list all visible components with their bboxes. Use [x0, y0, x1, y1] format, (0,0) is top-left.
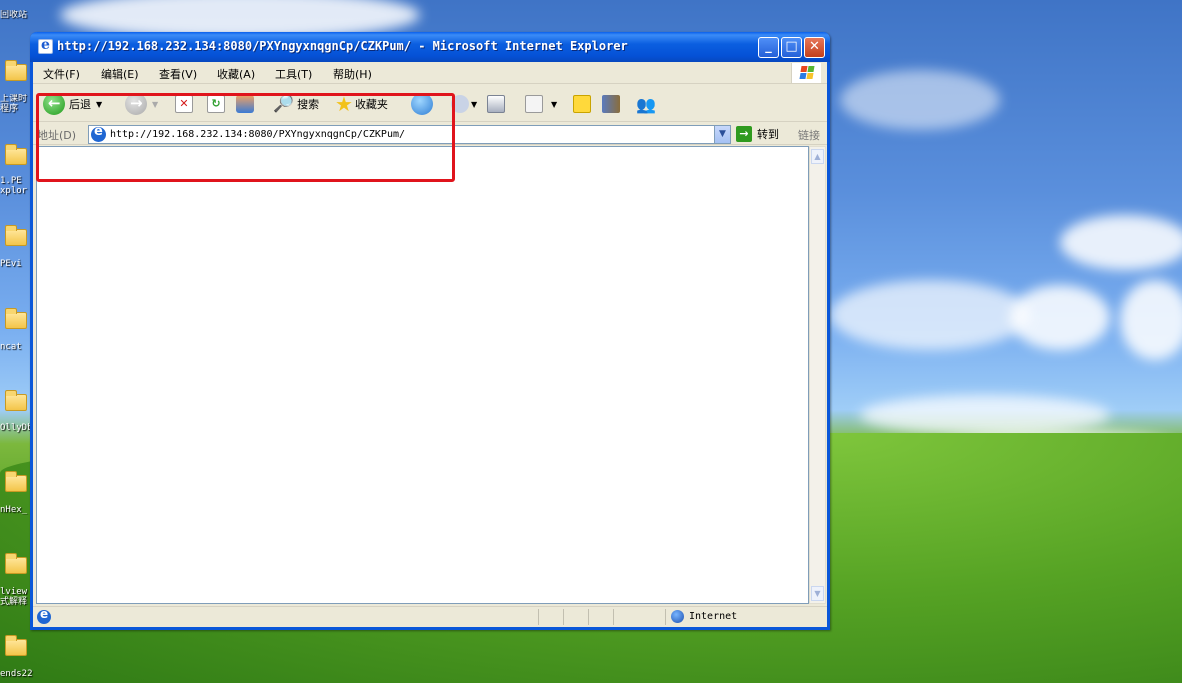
folder-icon[interactable]	[5, 635, 27, 656]
desktop-icon-label[interactable]: nHex_	[0, 505, 34, 515]
chevron-down-icon[interactable]: ▼	[551, 100, 557, 109]
folder-icon[interactable]	[5, 225, 27, 246]
links-button[interactable]: 链接	[798, 127, 820, 143]
cloud	[1120, 280, 1182, 360]
windows-logo-icon	[791, 63, 821, 83]
page-content[interactable]	[36, 146, 809, 604]
discuss-button[interactable]	[573, 92, 591, 116]
status-divider	[538, 609, 539, 625]
maximize-button[interactable]: □	[781, 37, 802, 58]
go-label: 转到	[757, 128, 779, 141]
desktop-icon-label: 回收站	[0, 10, 28, 20]
printer-icon	[487, 95, 505, 113]
edit-page-icon	[525, 95, 543, 113]
menu-bar: 文件(F) 编辑(E) 查看(V) 收藏(A) 工具(T) 帮助(H)	[33, 62, 827, 84]
close-button[interactable]: ✕	[804, 37, 825, 58]
minimize-button[interactable]: _	[758, 37, 779, 58]
folder-icon[interactable]	[5, 144, 27, 165]
menu-edit[interactable]: 编辑(E)	[101, 66, 139, 82]
menu-file[interactable]: 文件(F)	[43, 66, 80, 82]
go-arrow-icon: →	[736, 126, 752, 142]
desktop-icon-label[interactable]: OllyDbv2.01	[0, 423, 34, 445]
chevron-down-icon[interactable]: ▼	[714, 126, 730, 143]
vertical-scrollbar[interactable]: ▲ ▼	[809, 146, 826, 604]
menu-help[interactable]: 帮助(H)	[333, 66, 372, 82]
desktop-icon-label[interactable]: PEvi	[0, 259, 34, 269]
folder-icon[interactable]	[5, 553, 27, 574]
desktop-icon-label[interactable]: ncat	[0, 342, 34, 352]
chevron-down-icon[interactable]: ▼	[471, 100, 477, 109]
cloud	[830, 280, 1030, 350]
highlight-box	[36, 93, 455, 182]
print-button[interactable]	[487, 92, 505, 116]
cloud	[860, 395, 1110, 435]
cloud	[840, 70, 1000, 130]
window-title: http://192.168.232.134:8080/PXYngyxnqgnC…	[57, 39, 628, 53]
status-divider	[613, 609, 614, 625]
status-divider	[665, 609, 666, 625]
menu-view[interactable]: 查看(V)	[159, 66, 197, 82]
go-button[interactable]: → 转到	[736, 125, 779, 143]
folder-icon[interactable]	[5, 471, 27, 492]
desktop-icon-label[interactable]: 上课时程序	[0, 94, 34, 116]
zone-label: Internet	[689, 611, 738, 622]
messenger-button[interactable]: 👥	[636, 92, 656, 116]
menu-tools[interactable]: 工具(T)	[275, 66, 312, 82]
folder-icon[interactable]	[5, 390, 27, 411]
desktop-icon-label[interactable]: lview式解释	[0, 587, 34, 609]
cloud	[1060, 215, 1182, 270]
status-divider	[588, 609, 589, 625]
note-icon	[573, 95, 591, 113]
research-button[interactable]	[602, 92, 620, 116]
desktop-icon-label[interactable]: 1.PE xplor	[0, 176, 34, 198]
ie-icon	[38, 37, 53, 54]
folder-icon[interactable]	[5, 60, 27, 81]
status-divider	[563, 609, 564, 625]
research-icon	[602, 95, 620, 113]
scroll-up-icon[interactable]: ▲	[811, 149, 824, 164]
menu-favorites[interactable]: 收藏(A)	[217, 66, 255, 82]
status-bar: Internet	[33, 606, 827, 627]
edit-button[interactable]: ▼	[525, 92, 557, 116]
scroll-down-icon[interactable]: ▼	[811, 586, 824, 601]
page-status-icon	[37, 607, 51, 624]
folder-icon[interactable]	[5, 308, 27, 329]
security-zone: Internet	[671, 610, 737, 623]
globe-icon	[671, 610, 684, 623]
desktop-icon-label[interactable]: ends22...	[0, 669, 34, 679]
title-bar[interactable]: http://192.168.232.134:8080/PXYngyxnqgnC…	[30, 32, 830, 62]
messenger-icon: 👥	[636, 94, 656, 114]
